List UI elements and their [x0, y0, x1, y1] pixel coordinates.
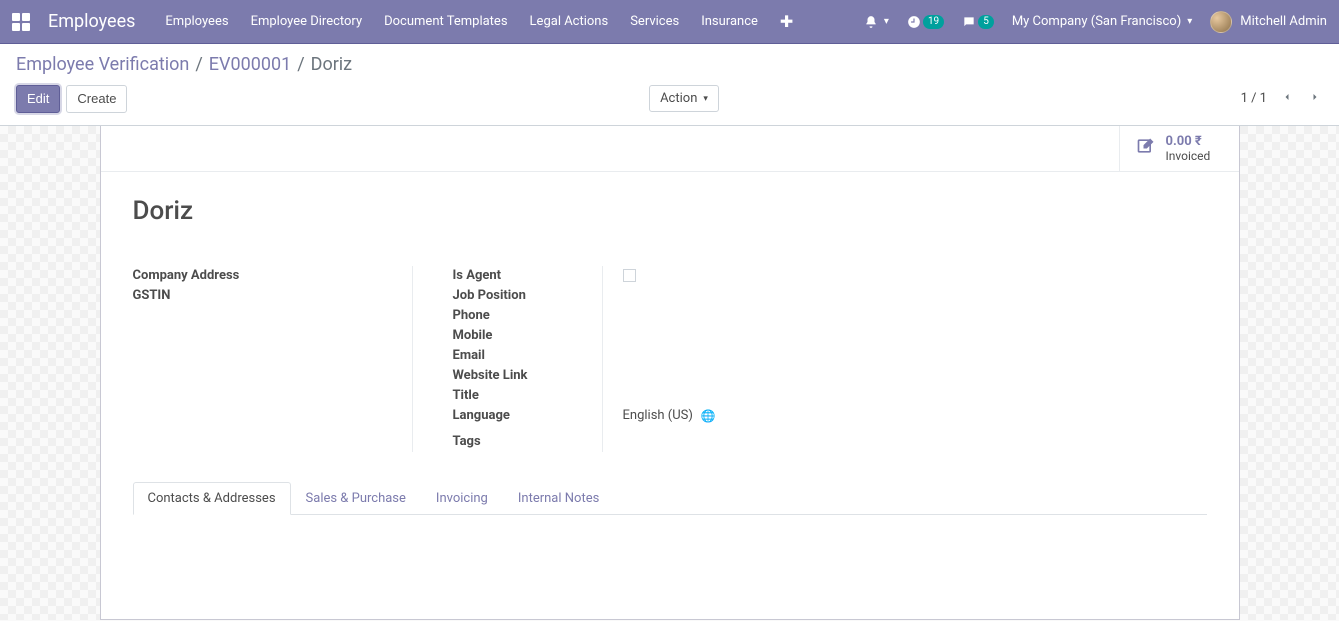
clock-icon [907, 15, 921, 29]
nav-link-insurance[interactable]: Insurance [701, 14, 758, 29]
navbar-right: ▾ 19 5 My Company (San Francisco) ▾ Mitc… [864, 11, 1327, 33]
company-switcher[interactable]: My Company (San Francisco) ▾ [1012, 14, 1192, 29]
edit-button[interactable]: Edit [16, 85, 60, 113]
breadcrumb: Employee Verification / EV000001 / Doriz [16, 54, 1323, 75]
chevron-right-icon [1309, 91, 1321, 103]
tab-contacts[interactable]: Contacts & Addresses [133, 482, 291, 515]
stat-value: 0.00 ₹ [1166, 134, 1211, 149]
breadcrumb-sep: / [195, 54, 202, 75]
label-company-address: Company Address [133, 268, 240, 283]
breadcrumb-item[interactable]: Employee Verification [16, 54, 189, 75]
caret-down-icon: ▾ [884, 16, 889, 27]
action-label: Action [660, 91, 697, 106]
label-job-position: Job Position [453, 288, 526, 303]
invoiced-stat-button[interactable]: 0.00 ₹ Invoiced [1119, 126, 1239, 171]
value-language: English (US) [623, 408, 693, 423]
tab-invoicing[interactable]: Invoicing [421, 482, 503, 515]
label-website: Website Link [453, 368, 528, 383]
avatar [1210, 11, 1232, 33]
label-phone: Phone [453, 308, 490, 323]
top-navbar: Employees Employees Employee Directory D… [0, 0, 1339, 44]
tab-internal-notes[interactable]: Internal Notes [503, 482, 614, 515]
messaging-button[interactable]: 5 [962, 15, 994, 29]
control-panel-buttons: Edit Create Action ▾ 1 / 1 [16, 85, 1323, 113]
label-email: Email [453, 348, 485, 363]
app-brand[interactable]: Employees [48, 11, 135, 32]
globe-icon[interactable]: 🌐 [701, 409, 716, 423]
plus-icon[interactable]: ✚ [780, 12, 793, 31]
record-title: Doriz [133, 196, 1207, 226]
notebook: Contacts & Addresses Sales & Purchase In… [133, 482, 1207, 575]
form-col-right: Is Agent Job Position Phone Mobile Email… [453, 266, 1207, 452]
create-button[interactable]: Create [66, 85, 127, 113]
nav-link-directory[interactable]: Employee Directory [251, 14, 363, 29]
nav-links: Employees Employee Directory Document Te… [165, 12, 863, 31]
label-title: Title [453, 388, 479, 403]
pager-prev[interactable] [1279, 91, 1295, 107]
pencil-square-icon [1136, 136, 1156, 160]
breadcrumb-sep: / [297, 54, 304, 75]
label-gstin: GSTIN [133, 288, 171, 303]
nav-link-services[interactable]: Services [630, 14, 679, 29]
bell-icon [864, 15, 878, 29]
breadcrumb-active: Doriz [311, 54, 352, 75]
notifications-button[interactable]: ▾ [864, 15, 889, 29]
user-menu[interactable]: Mitchell Admin [1210, 11, 1327, 33]
caret-down-icon: ▾ [1187, 16, 1192, 27]
form-sheet: 0.00 ₹ Invoiced Doriz Company Address GS… [100, 126, 1240, 620]
label-mobile: Mobile [453, 328, 493, 343]
stat-label: Invoiced [1166, 149, 1211, 163]
nav-link-employees[interactable]: Employees [165, 14, 228, 29]
apps-icon[interactable] [12, 13, 30, 31]
label-is-agent: Is Agent [453, 268, 502, 283]
form-col-left: Company Address GSTIN [133, 266, 413, 452]
content-area: 0.00 ₹ Invoiced Doriz Company Address GS… [0, 126, 1339, 620]
company-name: My Company (San Francisco) [1012, 14, 1181, 29]
label-tags: Tags [453, 434, 481, 449]
form-columns: Company Address GSTIN Is Agent Job Posit… [133, 266, 1207, 452]
nav-tabs: Contacts & Addresses Sales & Purchase In… [133, 482, 1207, 515]
nav-link-legal[interactable]: Legal Actions [530, 14, 609, 29]
control-panel: Employee Verification / EV000001 / Doriz… [0, 44, 1339, 126]
user-name: Mitchell Admin [1240, 14, 1327, 29]
activities-badge: 19 [923, 15, 944, 29]
chevron-left-icon [1281, 91, 1293, 103]
is-agent-checkbox[interactable] [623, 269, 636, 282]
breadcrumb-item[interactable]: EV000001 [209, 54, 291, 75]
button-box: 0.00 ₹ Invoiced [101, 126, 1239, 172]
tab-sales-purchase[interactable]: Sales & Purchase [291, 482, 421, 515]
pager-next[interactable] [1307, 91, 1323, 107]
nav-link-doc-templates[interactable]: Document Templates [384, 14, 507, 29]
action-dropdown[interactable]: Action ▾ [649, 85, 719, 112]
tab-pane-contacts [133, 515, 1207, 575]
pager-text[interactable]: 1 / 1 [1241, 91, 1267, 106]
activities-button[interactable]: 19 [907, 15, 944, 29]
caret-down-icon: ▾ [703, 94, 708, 104]
chat-icon [962, 15, 976, 29]
label-language: Language [453, 408, 510, 423]
messaging-badge: 5 [978, 15, 994, 29]
